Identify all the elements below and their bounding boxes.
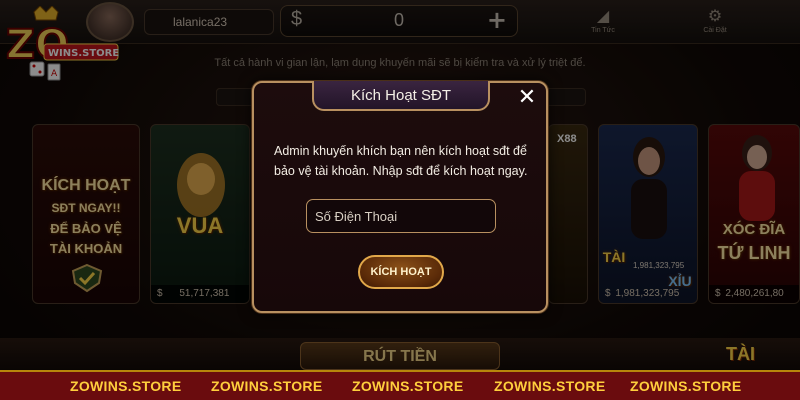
watermark-text: ZOWINS.STORE [630,378,742,394]
phone-number-input[interactable] [306,199,496,233]
watermark-text: ZOWINS.STORE [70,378,182,394]
dialog-title: Kích Hoạt SĐT [312,81,490,111]
watermark-text: ZOWINS.STORE [211,378,323,394]
dialog-message-line-1: Admin khuyến khích bạn nên kích hoạt sđt… [274,144,527,158]
activate-button[interactable]: KÍCH HOẠT [358,255,444,289]
close-icon[interactable]: ✕ [512,85,542,111]
watermark-text: ZOWINS.STORE [352,378,464,394]
activate-phone-dialog: Kích Hoạt SĐT ✕ Admin khuyến khích bạn n… [252,81,548,313]
watermark-banner: ZOWINS.STORE ZOWINS.STORE ZOWINS.STORE Z… [0,370,800,400]
watermark-text: ZOWINS.STORE [494,378,606,394]
dialog-message-line-2: bảo vệ tài khoản. Nhập sđt để kích hoạt … [274,164,528,178]
dialog-message: Admin khuyến khích bạn nên kích hoạt sđt… [274,141,544,181]
